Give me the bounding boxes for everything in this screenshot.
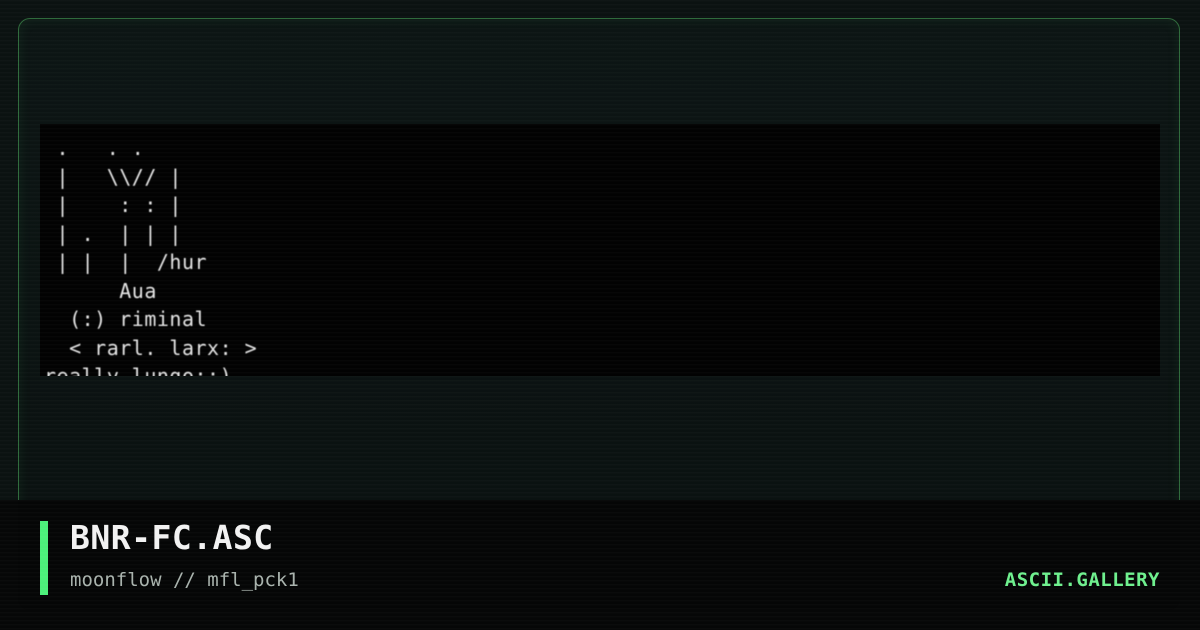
accent-bar [40,521,48,595]
site-brand-link[interactable]: ASCII.GALLERY [1005,569,1160,591]
ascii-art-panel: . . . | \\// | | : : | | . | | | | | | /… [40,124,1160,376]
file-title: BNR-FC.ASC [70,518,274,557]
author-subtitle: moonflow // mfl_pck1 [70,569,299,591]
ascii-art-text: . . . | \\// | | : : | | . | | | | | | /… [44,136,258,376]
